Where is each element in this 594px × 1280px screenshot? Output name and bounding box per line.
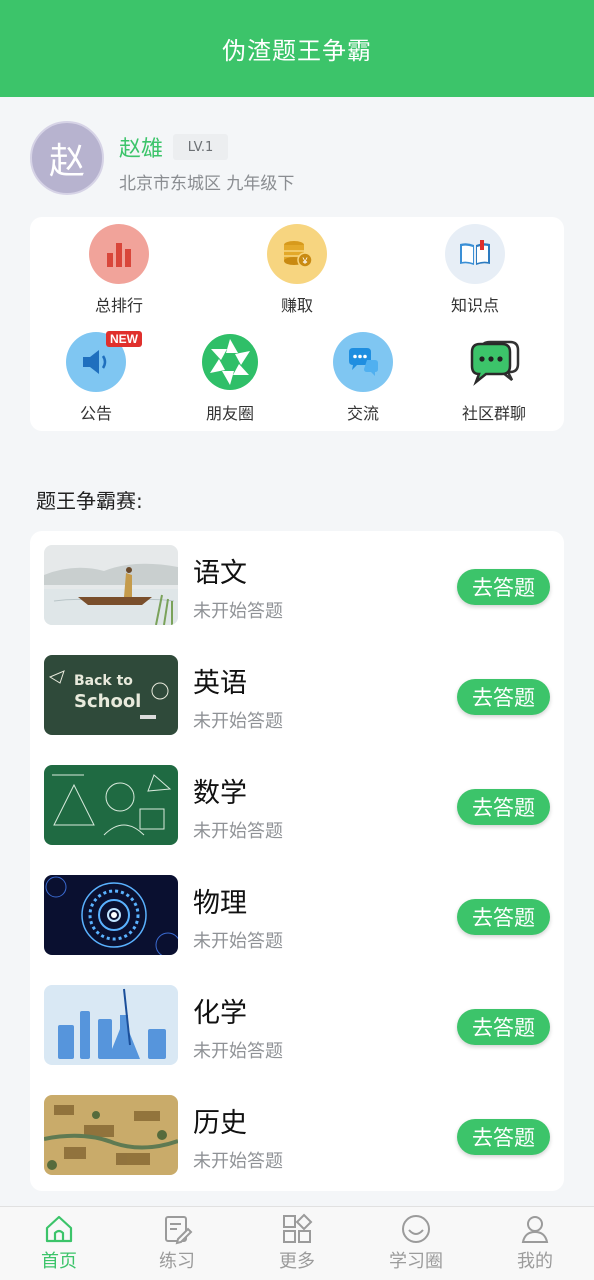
list-item[interactable]: Back to School 英语 未开始答题 去答题: [30, 641, 564, 751]
subject-status: 未开始答题: [193, 601, 283, 622]
tab-study-circle[interactable]: 学习圈: [357, 1207, 475, 1280]
user-name: 赵雄: [119, 137, 164, 162]
list-item[interactable]: 数学 未开始答题 去答题: [30, 751, 564, 861]
group-chat-icon: [464, 332, 524, 392]
start-quiz-button[interactable]: 去答题: [457, 679, 550, 715]
coin-stack-icon: ¥: [267, 224, 327, 284]
home-icon: [45, 1215, 73, 1243]
tab-label: 更多: [279, 1251, 315, 1272]
chat-bubbles-icon: [333, 332, 393, 392]
subject-status: 未开始答题: [193, 711, 283, 732]
shortcut-label: 社区群聊: [462, 404, 527, 423]
shortcut-moments[interactable]: 朋友圈: [200, 332, 260, 424]
user-icon: [521, 1216, 549, 1243]
tab-label: 首页: [41, 1251, 77, 1272]
megaphone-icon: NEW: [66, 331, 142, 392]
shortcut-notice[interactable]: NEW 公告: [66, 331, 142, 424]
svg-text:¥: ¥: [301, 256, 308, 266]
new-badge: NEW: [106, 331, 142, 347]
start-quiz-button[interactable]: 去答题: [457, 1119, 550, 1155]
grid-icon: [283, 1213, 313, 1243]
shortcut-exchange[interactable]: 交流: [333, 332, 393, 424]
chemistry-thumbnail: [44, 985, 178, 1065]
bottom-tab-bar: 首页 练习 更多 学习圈 我的: [0, 1206, 594, 1280]
history-thumbnail: [44, 1095, 178, 1175]
chalk-text-line2: School: [74, 691, 141, 712]
book-icon: [445, 224, 505, 284]
subject-status: 未开始答题: [193, 1041, 283, 1062]
level-badge: LV.1: [173, 134, 228, 160]
subject-status: 未开始答题: [193, 821, 283, 842]
start-quiz-button[interactable]: 去答题: [457, 1009, 550, 1045]
shortcut-label: 总排行: [94, 296, 143, 315]
smile-circle-icon: [402, 1215, 430, 1243]
section-title: 题王争霸赛:: [36, 489, 143, 513]
start-quiz-button[interactable]: 去答题: [457, 569, 550, 605]
subject-name: 化学: [193, 998, 247, 1029]
list-item[interactable]: 语文 未开始答题 去答题: [30, 531, 564, 641]
tab-label: 练习: [159, 1251, 195, 1272]
app-title: 伪渣题王争霸: [222, 37, 372, 65]
shortcut-grid: 总排行 ¥ 赚取 知识点 NEW 公告 朋友圈 交流 社区群聊: [30, 217, 564, 431]
tab-label: 学习圈: [389, 1251, 443, 1272]
tab-mine[interactable]: 我的: [476, 1207, 594, 1280]
avatar[interactable]: 赵: [30, 121, 104, 195]
shortcut-label: 知识点: [450, 296, 499, 315]
tab-practice[interactable]: 练习: [118, 1207, 236, 1280]
tab-label: 我的: [517, 1251, 553, 1272]
chalk-text-line1: Back to: [74, 673, 133, 689]
subject-status: 未开始答题: [193, 931, 283, 952]
bar-chart-icon: [89, 224, 149, 284]
subject-name: 历史: [193, 1108, 247, 1139]
shortcut-knowledge[interactable]: 知识点: [445, 224, 505, 316]
tab-home[interactable]: 首页: [0, 1207, 118, 1280]
shortcut-label: 公告: [79, 404, 112, 423]
shortcut-ranking[interactable]: 总排行: [89, 224, 149, 316]
aperture-icon: [200, 332, 260, 392]
app-header: 伪渣题王争霸: [0, 0, 594, 97]
user-region-grade: 北京市东城区 九年级下: [119, 174, 295, 194]
subject-name: 数学: [193, 778, 247, 809]
math-thumbnail: [44, 765, 178, 845]
subject-name: 物理: [193, 888, 247, 919]
chinese-thumbnail: [44, 545, 178, 625]
shortcut-earn[interactable]: ¥ 赚取: [267, 224, 327, 316]
physics-thumbnail: [44, 875, 178, 955]
subject-list: 语文 未开始答题 去答题 Back to School 英语 未开始答题 去答题: [30, 531, 564, 1191]
subject-name: 语文: [193, 558, 247, 589]
subject-status: 未开始答题: [193, 1151, 283, 1172]
shortcut-label: 赚取: [280, 296, 313, 315]
shortcut-community-chat[interactable]: 社区群聊: [462, 332, 526, 424]
tab-more[interactable]: 更多: [238, 1207, 356, 1280]
start-quiz-button[interactable]: 去答题: [457, 789, 550, 825]
shortcut-label: 朋友圈: [205, 404, 254, 423]
subject-name: 英语: [193, 668, 247, 699]
start-quiz-button[interactable]: 去答题: [457, 899, 550, 935]
edit-note-icon: [165, 1216, 193, 1245]
english-thumbnail: Back to School: [44, 655, 178, 735]
list-item[interactable]: 物理 未开始答题 去答题: [30, 861, 564, 971]
list-item[interactable]: 化学 未开始答题 去答题: [30, 971, 564, 1081]
shortcut-label: 交流: [346, 404, 379, 423]
profile-section[interactable]: 赵 赵雄 LV.1 北京市东城区 九年级下: [0, 97, 594, 217]
list-item[interactable]: 历史 未开始答题 去答题: [30, 1081, 564, 1191]
